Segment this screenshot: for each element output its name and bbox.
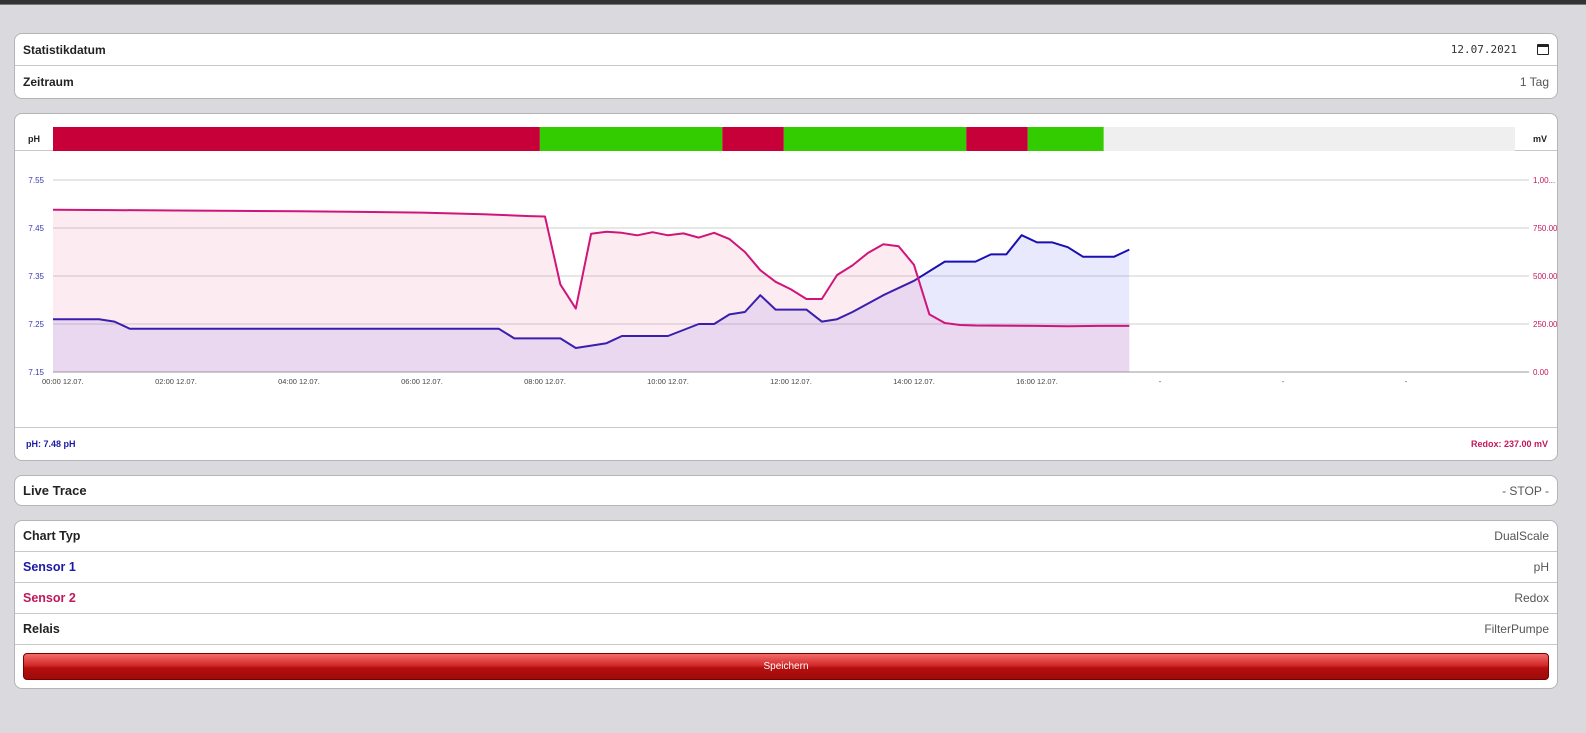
x-axis-tick-label: 08:00 12.07. [524,377,566,386]
relay-value[interactable]: FilterPumpe [1484,622,1549,636]
sensor2-value[interactable]: Redox [1514,591,1549,605]
ph-readout: pH: 7.48 pH [26,439,76,449]
redox-readout: Redox: 237.00 mV [1470,439,1548,449]
sensor1-row[interactable]: Sensor 1 pH [15,552,1557,583]
live-trace-row[interactable]: Live Trace - STOP - [15,476,1557,505]
right-axis-tick-label: 250.00 [1533,320,1558,329]
dual-scale-line-chart: 7.55 1,00... 7.45 750.00 7.35 500.00 7.25 250.0… [28,176,1558,386]
sensor2-row[interactable]: Sensor 2 Redox [15,583,1557,614]
chart-type-row[interactable]: Chart Typ DualScale [15,521,1557,552]
relay-segment-on [783,127,967,151]
save-button-wrapper: Speichern [15,645,1557,680]
right-axis-tick-label: 500.00 [1533,272,1558,281]
period-value[interactable]: 1 Tag [1520,75,1549,89]
x-axis-tick-label: 14:00 12.07. [893,377,935,386]
x-axis-tick-label: 00:00 12.07. [42,377,84,386]
relay-segment-off [53,127,540,151]
date-row: Statistikdatum 12.07.2021 [15,34,1557,66]
sensor1-value[interactable]: pH [1534,560,1549,574]
date-value: 12.07.2021 [1450,43,1517,56]
relay-label: Relais [23,622,60,636]
chart-footer: pH: 7.48 pH Redox: 237.00 mV [15,427,1557,460]
relay-row[interactable]: Relais FilterPumpe [15,614,1557,645]
x-axis-tick-label: 16:00 12.07. [1016,377,1058,386]
x-axis-tick-label: 06:00 12.07. [401,377,443,386]
chart-settings-card: Chart Typ DualScale Sensor 1 pH Sensor 2… [14,520,1558,689]
x-axis-tick-label: 12:00 12.07. [770,377,812,386]
relay-segment-off [722,127,784,151]
left-axis-tick-label: 7.55 [28,176,44,185]
statistics-settings-card: Statistikdatum 12.07.2021 Zeitraum 1 Tag [14,33,1558,99]
chart-type-label: Chart Typ [23,529,81,543]
right-axis-tick-label: 750.00 [1533,224,1558,233]
x-axis-tick-label: - [1405,377,1408,386]
relay-segment-on [1027,127,1104,151]
left-axis-tick-label: 7.45 [28,224,44,233]
sensor2-label: Sensor 2 [23,591,76,605]
live-trace-card: Live Trace - STOP - [14,475,1558,506]
x-axis-tick-label: - [1282,377,1285,386]
live-trace-value[interactable]: - STOP - [1502,484,1549,498]
left-axis-tick-label: 7.25 [28,320,44,329]
right-axis-tick-label: 0.00 [1533,368,1549,377]
sensor1-label: Sensor 1 [23,560,76,574]
x-axis-tick-label: 04:00 12.07. [278,377,320,386]
save-button[interactable]: Speichern [23,653,1549,680]
x-axis-tick-label: - [1159,377,1162,386]
relay-strip: pH mV [15,114,1557,151]
relay-segment-on [539,127,723,151]
period-row[interactable]: Zeitraum 1 Tag [15,66,1557,98]
relay-timeline [53,127,1515,151]
relay-segment-off [966,127,1028,151]
x-axis-tick-label: 10:00 12.07. [647,377,689,386]
calendar-icon[interactable] [1537,44,1549,55]
date-label: Statistikdatum [23,42,106,57]
left-axis-tick-label: 7.15 [28,368,44,377]
chart-type-value[interactable]: DualScale [1494,529,1549,543]
left-axis-tick-label: 7.35 [28,272,44,281]
period-label: Zeitraum [23,75,74,89]
right-axis-tick-label: 1,00... [1533,176,1555,185]
date-input[interactable]: 12.07.2021 [1451,43,1549,56]
x-axis-tick-label: 02:00 12.07. [155,377,197,386]
live-trace-label: Live Trace [23,483,87,498]
window-top-bar [0,0,1586,5]
chart-card: pH mV 7.55 1,00... 7.45 750.00 7.35 500.00 7.2… [14,113,1558,461]
